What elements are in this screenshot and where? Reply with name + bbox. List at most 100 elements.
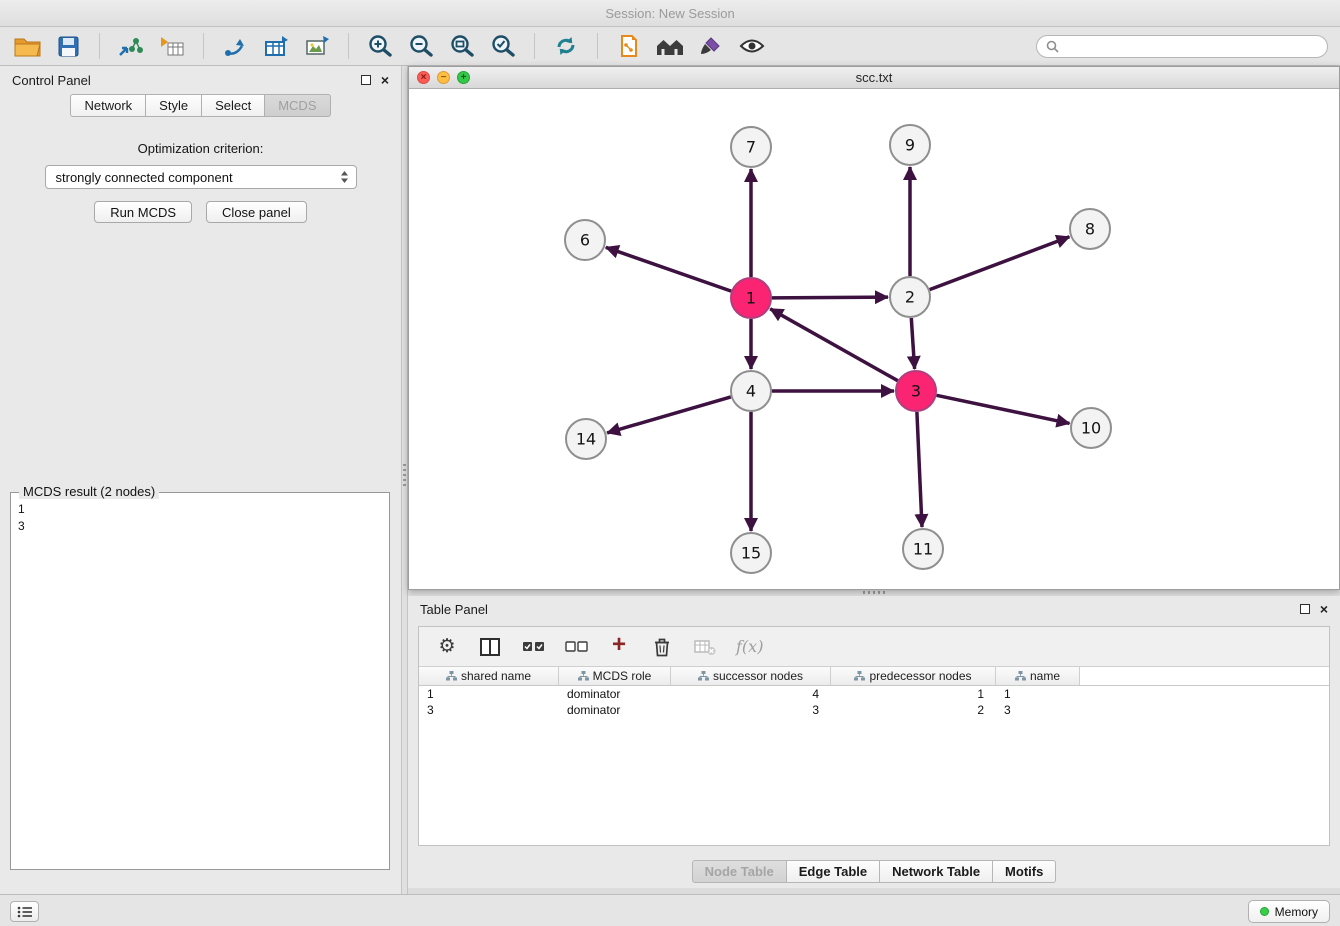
- cell-predecessor-nodes[interactable]: 2: [831, 702, 996, 718]
- column-header-predecessor-nodes[interactable]: predecessor nodes: [831, 667, 996, 685]
- cell-shared-name[interactable]: 3: [419, 702, 559, 718]
- memory-button[interactable]: Memory: [1248, 900, 1330, 923]
- first-neighbors-button[interactable]: [653, 30, 687, 62]
- select-all-rows-button[interactable]: [521, 633, 545, 661]
- tab-select[interactable]: Select: [202, 94, 265, 117]
- deselect-all-rows-button[interactable]: [564, 633, 588, 661]
- table-settings-button[interactable]: ⚙: [435, 633, 459, 661]
- graph-node-11[interactable]: 11: [903, 529, 943, 569]
- cell-successor-nodes[interactable]: 3: [671, 702, 831, 718]
- table-row[interactable]: 3 dominator 3 2 3: [419, 702, 1329, 718]
- cell-name[interactable]: 1: [996, 686, 1080, 702]
- minimize-window-button[interactable]: −: [437, 71, 450, 84]
- apply-function-button[interactable]: f(x): [736, 633, 763, 661]
- zoom-selected-button[interactable]: [486, 30, 520, 62]
- graph-node-7[interactable]: 7: [731, 127, 771, 167]
- import-table-button[interactable]: [155, 30, 189, 62]
- graph-node-1[interactable]: 1: [731, 278, 771, 318]
- copy-view-button[interactable]: [612, 30, 646, 62]
- graph-edge-3-11[interactable]: [917, 412, 922, 527]
- title-bar: Session: New Session: [0, 0, 1340, 27]
- cell-name[interactable]: 3: [996, 702, 1080, 718]
- mcds-result-legend: MCDS result (2 nodes): [19, 484, 159, 499]
- import-network-button[interactable]: [114, 30, 148, 62]
- new-network-button[interactable]: [218, 30, 252, 62]
- cell-shared-name[interactable]: 1: [419, 686, 559, 702]
- svg-text:2: 2: [905, 288, 915, 307]
- search-input[interactable]: [1065, 39, 1318, 54]
- close-panel-button[interactable]: Close panel: [206, 201, 307, 223]
- delete-table-button[interactable]: [693, 633, 717, 661]
- export-image-button[interactable]: [300, 30, 334, 62]
- import-network-icon: [118, 35, 144, 58]
- graph-edge-1-6[interactable]: [606, 247, 731, 291]
- graph-edge-4-14[interactable]: [607, 397, 731, 433]
- graph-edge-2-8[interactable]: [930, 237, 1070, 290]
- tab-network[interactable]: Network: [70, 94, 146, 117]
- graph-node-2[interactable]: 2: [890, 277, 930, 317]
- cell-mcds-role[interactable]: dominator: [559, 702, 671, 718]
- window-controls: × − +: [417, 71, 470, 84]
- tab-mcds[interactable]: MCDS: [265, 94, 330, 117]
- cell-predecessor-nodes[interactable]: 1: [831, 686, 996, 702]
- graph-node-8[interactable]: 8: [1070, 209, 1110, 249]
- run-mcds-button[interactable]: Run MCDS: [94, 201, 192, 223]
- list-icon: [17, 906, 33, 918]
- close-panel-icon[interactable]: ×: [1320, 602, 1328, 616]
- open-session-button[interactable]: [10, 30, 44, 62]
- network-canvas[interactable]: 7 9 6 8 1 2 4 3 14 10 15 11: [409, 89, 1339, 589]
- task-history-button[interactable]: [10, 901, 39, 922]
- refresh-icon: [554, 34, 578, 58]
- graph-node-4[interactable]: 4: [731, 371, 771, 411]
- tab-node-table[interactable]: Node Table: [692, 860, 787, 883]
- show-hide-button[interactable]: [735, 30, 769, 62]
- zoom-out-button[interactable]: [404, 30, 438, 62]
- save-session-button[interactable]: [51, 30, 85, 62]
- float-panel-icon[interactable]: [361, 75, 371, 85]
- graph-node-9[interactable]: 9: [890, 125, 930, 165]
- column-header-name[interactable]: name: [996, 667, 1080, 685]
- delete-column-button[interactable]: [650, 633, 674, 661]
- graph-node-6[interactable]: 6: [565, 220, 605, 260]
- new-table-button[interactable]: [259, 30, 293, 62]
- paint-brush-icon: [699, 34, 723, 58]
- zoom-in-button[interactable]: [363, 30, 397, 62]
- graph-node-14[interactable]: 14: [566, 419, 606, 459]
- criterion-dropdown[interactable]: strongly connected component: [45, 165, 357, 189]
- graph-node-10[interactable]: 10: [1071, 408, 1111, 448]
- column-header-successor-nodes[interactable]: successor nodes: [671, 667, 831, 685]
- style-paint-button[interactable]: [694, 30, 728, 62]
- close-window-button[interactable]: ×: [417, 71, 430, 84]
- graph-edge-1-2[interactable]: [772, 297, 888, 298]
- tab-motifs[interactable]: Motifs: [993, 860, 1056, 883]
- table-row[interactable]: 1 dominator 4 1 1: [419, 686, 1329, 702]
- graph-edge-3-1[interactable]: [770, 309, 898, 381]
- tab-edge-table[interactable]: Edge Table: [787, 860, 880, 883]
- close-panel-icon[interactable]: ×: [381, 73, 389, 87]
- splitter-grip: [863, 591, 885, 594]
- tab-style[interactable]: Style: [146, 94, 202, 117]
- mcds-result-box: MCDS result (2 nodes) 1 3: [10, 492, 390, 870]
- tab-network-table[interactable]: Network Table: [880, 860, 993, 883]
- column-header-shared-name[interactable]: shared name: [419, 667, 559, 685]
- cell-successor-nodes[interactable]: 4: [671, 686, 831, 702]
- refresh-view-button[interactable]: [549, 30, 583, 62]
- toolbar-separator: [203, 33, 204, 59]
- function-icon: f(x): [736, 637, 763, 656]
- float-panel-icon[interactable]: [1300, 604, 1310, 614]
- column-type-icon: [698, 671, 709, 681]
- graph-edge-2-3[interactable]: [911, 318, 914, 369]
- graph-node-3[interactable]: 3: [896, 371, 936, 411]
- zoom-fit-button[interactable]: [445, 30, 479, 62]
- split-columns-button[interactable]: [478, 633, 502, 661]
- table-toolbar: ⚙: [419, 627, 1329, 667]
- graph-node-15[interactable]: 15: [731, 533, 771, 573]
- add-column-button[interactable]: +: [607, 633, 631, 661]
- vertical-splitter[interactable]: [401, 66, 408, 894]
- control-panel: Control Panel × Network Style Select MCD…: [0, 66, 401, 894]
- column-header-mcds-role[interactable]: MCDS role: [559, 667, 671, 685]
- maximize-window-button[interactable]: +: [457, 71, 470, 84]
- graph-edge-3-10[interactable]: [937, 395, 1070, 423]
- cell-mcds-role[interactable]: dominator: [559, 686, 671, 702]
- svg-text:10: 10: [1081, 419, 1101, 438]
